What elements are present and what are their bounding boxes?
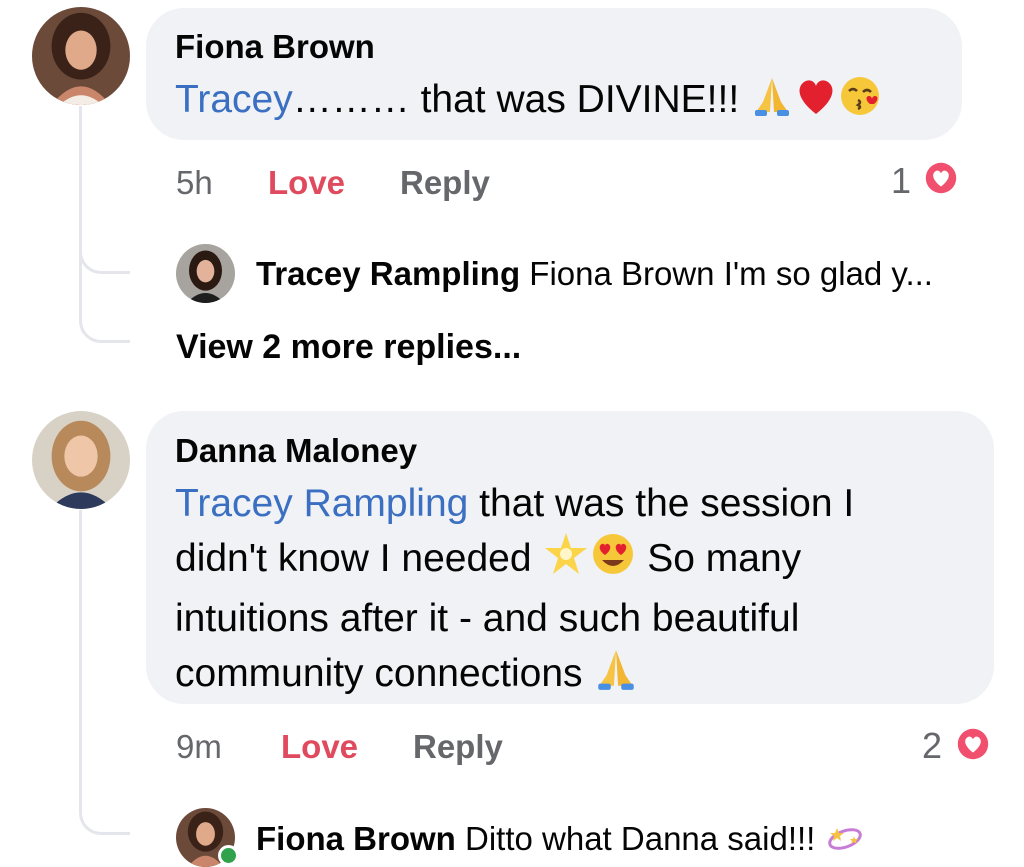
reply-text: Fiona Brown I'm so glad y... bbox=[529, 255, 933, 292]
comment-line-4-text: community connections bbox=[175, 652, 594, 695]
comment-author[interactable]: Fiona Brown bbox=[175, 28, 375, 66]
view-more-replies-link[interactable]: View 2 more replies... bbox=[176, 328, 521, 367]
love-reaction-icon bbox=[922, 159, 960, 197]
folded-hands-emoji bbox=[593, 646, 639, 707]
comment-text: Tracey Rampling that was the session I d… bbox=[175, 477, 975, 707]
reaction-count[interactable]: 2 bbox=[922, 725, 942, 767]
mention-link[interactable]: Tracey Rampling bbox=[175, 482, 468, 525]
comment-timestamp: 9m bbox=[176, 728, 222, 765]
online-status-indicator bbox=[218, 845, 239, 866]
reply-author[interactable]: Fiona Brown bbox=[256, 820, 456, 857]
comment-timestamp: 5h bbox=[176, 164, 213, 201]
thread-line-2 bbox=[79, 510, 82, 770]
reply-author[interactable]: Tracey Rampling bbox=[256, 255, 520, 292]
avatar-danna-maloney[interactable] bbox=[32, 411, 130, 509]
avatar-tracey-rampling[interactable] bbox=[176, 244, 235, 303]
comment-text: Tracey……… that was DIVINE!!! bbox=[175, 73, 882, 133]
thread-branch-1b bbox=[79, 270, 130, 343]
comment-line-2-text: didn't know I needed bbox=[175, 537, 543, 580]
reply-button[interactable]: Reply bbox=[400, 164, 490, 202]
comment-line-1: Tracey Rampling that was the session I bbox=[175, 477, 975, 531]
thread-branch-1a bbox=[79, 225, 130, 274]
glowing-star-emoji bbox=[542, 531, 590, 592]
love-reaction-icon bbox=[954, 725, 992, 763]
dizzy-emoji bbox=[825, 822, 865, 864]
folded-hands-emoji bbox=[750, 74, 794, 133]
reply-button[interactable]: Reply bbox=[413, 728, 503, 766]
reply-preview[interactable]: Fiona Brown Ditto what Danna said!!! bbox=[256, 820, 865, 864]
reaction-count[interactable]: 1 bbox=[891, 160, 911, 202]
comment-line-3: intuitions after it - and such beautiful bbox=[175, 597, 800, 640]
comment-line-1-text: that was the session I bbox=[468, 482, 855, 525]
comment-author[interactable]: Danna Maloney bbox=[175, 432, 417, 470]
reply-text: Ditto what Danna said!!! bbox=[465, 820, 825, 857]
avatar-fiona-brown[interactable] bbox=[32, 7, 130, 105]
comment-body: that was DIVINE!!! bbox=[409, 78, 751, 121]
reply-preview[interactable]: Tracey Rampling Fiona Brown I'm so glad … bbox=[256, 255, 933, 293]
heart-eyes-emoji bbox=[590, 531, 636, 592]
red-heart-emoji bbox=[794, 74, 838, 133]
comment-line-2: didn't know I needed So many bbox=[175, 531, 975, 592]
comment-ellipsis: ……… bbox=[292, 78, 410, 121]
kissing-face-emoji bbox=[838, 74, 882, 133]
mention-link[interactable]: Tracey bbox=[175, 78, 293, 121]
comment-line-2-tail: So many bbox=[636, 537, 802, 580]
love-reaction-button[interactable]: Love bbox=[268, 164, 345, 202]
thread-branch-2 bbox=[79, 760, 130, 835]
comment-line-4: community connections bbox=[175, 646, 975, 707]
love-reaction-button[interactable]: Love bbox=[281, 728, 358, 766]
